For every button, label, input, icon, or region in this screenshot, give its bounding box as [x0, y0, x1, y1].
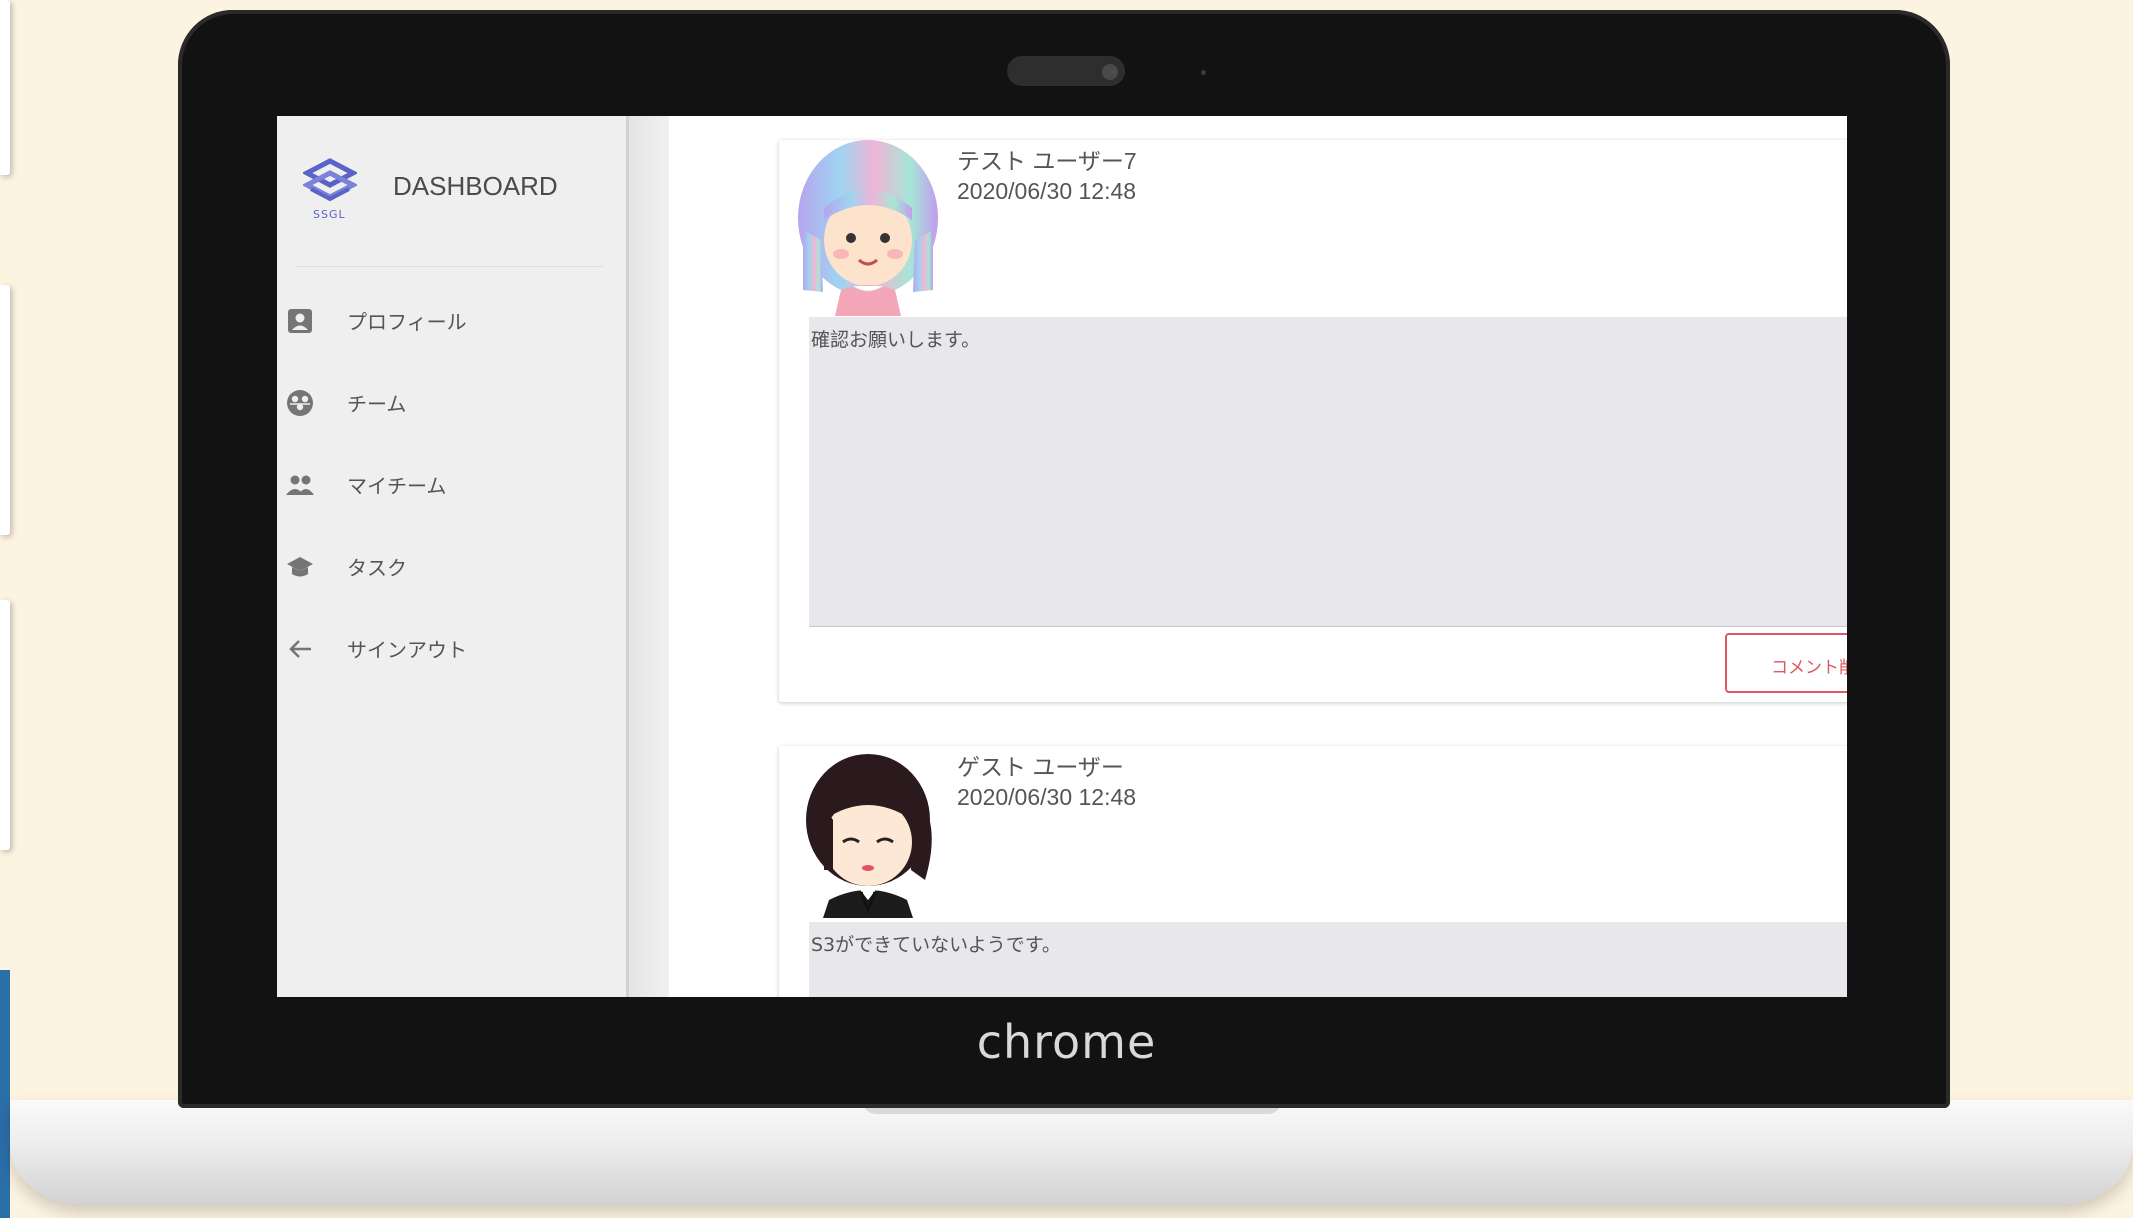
delete-comment-label: コメント削除: [1771, 658, 1847, 678]
sidebar-item-label: タスク: [347, 556, 407, 580]
profile-icon: [288, 309, 312, 333]
people-icon: [286, 475, 314, 495]
post-date: 2020/06/30 12:48: [957, 784, 1137, 810]
sidebar-item-label: サインアウト: [347, 638, 467, 662]
post-card: テスト ユーザー7 2020/06/30 12:48 確認お願いします。 コメン…: [779, 140, 1847, 702]
sidebar-item-sign-out[interactable]: サインアウト: [277, 620, 626, 676]
dashboard-title: DASHBOARD: [393, 171, 558, 201]
sidebar-item-label: プロフィール: [347, 310, 467, 334]
graduation-cap-icon: [287, 557, 313, 577]
post-date: 2020/06/30 12:48: [957, 178, 1137, 204]
avatar: [798, 140, 938, 316]
webcam-icon: [1102, 64, 1118, 80]
comment-text: S3ができていないようです。: [811, 934, 1061, 956]
sidebar-item-my-team[interactable]: マイチーム: [277, 456, 626, 512]
post-card: ゲスト ユーザー 2020/06/30 12:48 S3ができていないようです。: [779, 746, 1847, 997]
background-card: [0, 600, 10, 850]
app-screen: SSGL DASHBOARD プロフィール チーム マイチーム タスク サインア…: [277, 116, 1847, 997]
comment-text: 確認お願いします。: [811, 329, 981, 351]
comment-box: S3ができていないようです。: [809, 922, 1847, 997]
sidebar: SSGL DASHBOARD プロフィール チーム マイチーム タスク サインア…: [277, 116, 629, 997]
sidebar-item-profile[interactable]: プロフィール: [277, 292, 626, 348]
laptop-base: [10, 1100, 2133, 1204]
sidebar-shadow: [629, 116, 669, 997]
post-user-name: テスト ユーザー7: [957, 148, 1137, 174]
sidebar-item-task[interactable]: タスク: [277, 538, 626, 594]
delete-comment-button[interactable]: コメント削除: [1725, 633, 1847, 693]
comment-box: 確認お願いします。: [809, 317, 1847, 627]
sidebar-item-label: マイチーム: [347, 474, 447, 498]
background-panel: [0, 970, 10, 1218]
background-card: [0, 0, 10, 175]
logo-text: SSGL: [313, 208, 346, 221]
avatar: [806, 754, 932, 918]
team-icon: [287, 390, 313, 416]
sensor-dot: [1201, 70, 1206, 75]
post-user-name: ゲスト ユーザー: [957, 754, 1124, 780]
sidebar-divider: [297, 266, 603, 267]
device-brand: chrome: [976, 1015, 1157, 1069]
sidebar-item-label: チーム: [347, 392, 407, 416]
sidebar-item-team[interactable]: チーム: [277, 374, 626, 430]
background-card: [0, 285, 10, 535]
arrow-left-icon: [289, 640, 311, 658]
